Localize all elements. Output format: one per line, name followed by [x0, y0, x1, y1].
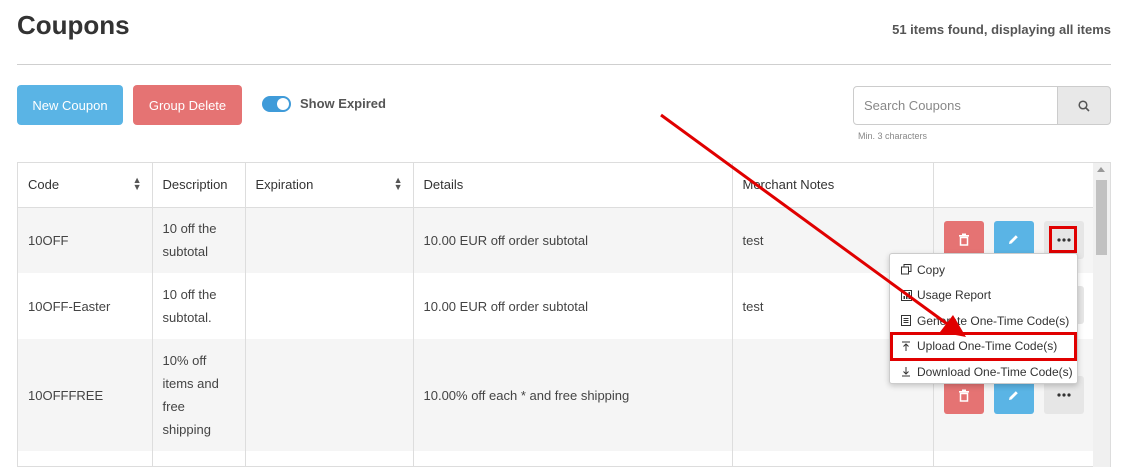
table-scrollbar[interactable] — [1093, 163, 1110, 467]
items-count: 51 items found, displaying all items — [892, 22, 1111, 37]
menu-item-upload-codes[interactable]: Upload One-Time Code(s) — [890, 331, 1077, 361]
download-icon — [900, 366, 912, 378]
cell-code: 10OFFFREE — [18, 339, 153, 451]
header-divider — [17, 64, 1111, 65]
more-actions-menu: Copy Usage Report Generate One-Time Code… — [889, 253, 1078, 384]
menu-item-generate-codes[interactable]: Generate One-Time Code(s) — [890, 308, 1077, 334]
cell-expiration — [245, 273, 414, 339]
cell-expiration — [245, 207, 414, 273]
new-coupon-button[interactable]: New Coupon — [17, 85, 123, 125]
search-hint: Min. 3 characters — [858, 131, 928, 141]
cell-details: 10.00% off each * and free shipping — [413, 339, 733, 451]
column-header-description: Description — [152, 163, 246, 208]
ellipsis-icon — [1056, 393, 1071, 397]
search-icon — [1078, 99, 1090, 112]
show-expired-toggle[interactable] — [262, 96, 291, 112]
trash-icon — [958, 233, 969, 246]
cell-details: 10.00 EUR off order subtotal — [413, 207, 733, 273]
column-header-expiration[interactable]: Expiration ▲ ▼ — [245, 163, 414, 208]
column-header-merchant-notes: Merchant Notes — [732, 163, 934, 208]
sort-icon: ▲ ▼ — [132, 175, 142, 192]
toggle-knob — [277, 98, 289, 110]
cell-details: 10.00 EUR off order subtotal — [413, 273, 733, 339]
trash-icon — [958, 389, 969, 402]
group-delete-button[interactable]: Group Delete — [133, 85, 242, 125]
column-header-code[interactable]: Code ▲ ▼ — [18, 163, 153, 208]
chart-icon — [900, 289, 912, 301]
upload-icon — [900, 340, 912, 352]
cell-description: 10 off the subtotal. — [152, 273, 246, 339]
pencil-icon — [1009, 390, 1018, 400]
scroll-up-arrow-icon[interactable] — [1097, 167, 1105, 172]
search-button[interactable] — [1057, 86, 1111, 125]
menu-item-download-codes[interactable]: Download One-Time Code(s) — [890, 359, 1077, 385]
cell-description: 10% off items and free shipping — [152, 339, 246, 451]
column-header-actions — [933, 163, 1095, 208]
show-expired-label: Show Expired — [300, 96, 386, 111]
pencil-icon — [1009, 235, 1018, 244]
page-title: Coupons — [17, 10, 130, 40]
table-row — [18, 451, 1095, 466]
copy-icon — [900, 264, 912, 276]
cell-code: 10OFF — [18, 207, 153, 273]
menu-item-usage-report[interactable]: Usage Report — [890, 283, 1077, 309]
document-icon — [900, 315, 912, 327]
sort-icon: ▲ ▼ — [393, 175, 403, 192]
cell-code: 10OFF-Easter — [18, 273, 153, 339]
column-header-details: Details — [413, 163, 733, 208]
scroll-thumb[interactable] — [1096, 180, 1107, 255]
cell-expiration — [245, 339, 414, 451]
cell-description: 10 off the subtotal — [152, 207, 246, 273]
search-input[interactable] — [853, 86, 1058, 125]
menu-item-copy[interactable]: Copy — [890, 257, 1077, 283]
annotation-highlight-box — [1049, 226, 1077, 253]
